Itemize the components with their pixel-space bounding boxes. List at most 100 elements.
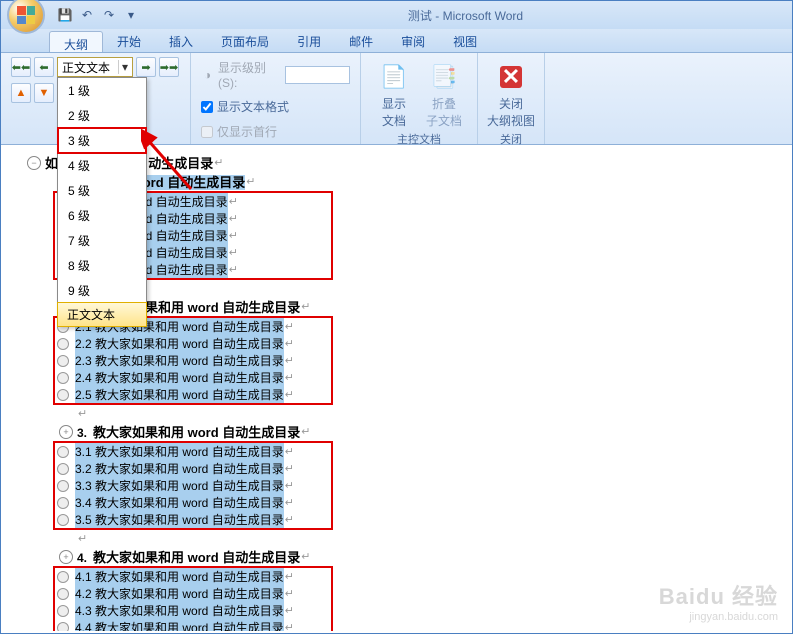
- outline-text: 2.4 教大家如果和用 word 自动生成目录: [75, 369, 284, 386]
- group-master-doc-label: 主控文档: [371, 129, 467, 149]
- undo-icon[interactable]: ↶: [79, 7, 95, 23]
- outline-text: 3.4 教大家如果和用 word 自动生成目录: [75, 494, 284, 511]
- outline-text: 4.教大家如果和用 word 自动生成目录: [77, 547, 300, 566]
- outline-text: 4.4 教大家如果和用 word 自动生成目录: [75, 619, 284, 631]
- ribbon: ⬅⬅ ⬅ 正文文本 ▾ 1 级2 级3 级4 级5 级6 级7 级8 级9 级正…: [1, 53, 792, 145]
- outline-row[interactable]: 3.教大家如果和用 word 自动生成目录↵: [59, 422, 786, 441]
- bullet-icon: [57, 588, 69, 600]
- outline-row[interactable]: ↵: [77, 405, 786, 422]
- demote-button[interactable]: ➡: [136, 57, 156, 77]
- move-up-button[interactable]: ▲: [11, 83, 31, 103]
- tab-大纲[interactable]: 大纲: [49, 31, 103, 52]
- annotation-box: 2.1 教大家如果和用 word 自动生成目录↵2.2 教大家如果和用 word…: [53, 316, 333, 405]
- quick-access-toolbar: 💾 ↶ ↷ ▾: [57, 7, 139, 23]
- annotation-box: 3.1 教大家如果和用 word 自动生成目录↵3.2 教大家如果和用 word…: [53, 441, 333, 530]
- bullet-icon: [57, 480, 69, 492]
- first-line-only-checkbox[interactable]: 仅显示首行: [201, 123, 277, 140]
- outline-text: 3.3 教大家如果和用 word 自动生成目录: [75, 477, 284, 494]
- outline-row[interactable]: 如果和用 word 自动生成目录↵: [59, 172, 786, 191]
- bullet-icon: [57, 446, 69, 458]
- show-level-label: 显示级别(S):: [218, 59, 281, 90]
- show-format-input[interactable]: [201, 101, 213, 113]
- tab-开始[interactable]: 开始: [103, 29, 155, 52]
- demote-body-button[interactable]: ➡➡: [159, 57, 179, 77]
- show-document-button[interactable]: 📄 显示 文档: [371, 57, 417, 129]
- group-close-label: 关闭: [488, 129, 534, 149]
- level-option[interactable]: 8 级: [58, 253, 146, 278]
- level-option[interactable]: 3 级: [58, 128, 146, 153]
- outline-text: 4.3 教大家如果和用 word 自动生成目录: [75, 602, 284, 619]
- bullet-icon: [57, 571, 69, 583]
- collapse-subdoc-icon: 📑: [428, 61, 460, 93]
- tab-邮件[interactable]: 邮件: [335, 29, 387, 52]
- bullet-icon: [57, 622, 69, 632]
- bullet-icon: [57, 389, 69, 401]
- tab-视图[interactable]: 视图: [439, 29, 491, 52]
- level-option[interactable]: 2 级: [58, 103, 146, 128]
- outline-text: 2.5 教大家如果和用 word 自动生成目录: [75, 386, 284, 403]
- outline-level-value: 正文文本: [62, 59, 110, 76]
- outline-handle[interactable]: [59, 425, 73, 439]
- pilcrow-icon: ↵: [78, 407, 87, 420]
- redo-icon[interactable]: ↷: [101, 7, 117, 23]
- window-title: 测试 - Microsoft Word: [139, 7, 792, 24]
- show-level-combo[interactable]: [285, 66, 350, 84]
- bullet-icon: [57, 355, 69, 367]
- outline-text: 3.2 教大家如果和用 word 自动生成目录: [75, 460, 284, 477]
- level-option[interactable]: 9 级: [58, 278, 146, 303]
- chevron-down-icon[interactable]: ▾: [118, 60, 128, 74]
- document-icon: 📄: [378, 61, 410, 93]
- qat-dropdown-icon[interactable]: ▾: [123, 7, 139, 23]
- pilcrow-icon: ↵: [301, 550, 310, 563]
- close-icon: ✕: [495, 61, 527, 93]
- promote-button[interactable]: ⬅: [34, 57, 54, 77]
- tab-插入[interactable]: 插入: [155, 29, 207, 52]
- level-option[interactable]: 正文文本: [57, 302, 147, 327]
- move-down-button[interactable]: ▼: [34, 83, 54, 103]
- close-outline-button[interactable]: ✕ 关闭 大纲视图: [488, 57, 534, 129]
- show-format-checkbox[interactable]: 显示文本格式: [201, 98, 289, 115]
- save-icon[interactable]: 💾: [57, 7, 73, 23]
- outline-level-combo[interactable]: 正文文本 ▾ 1 级2 级3 级4 级5 级6 级7 级8 级9 级正文文本: [57, 57, 133, 77]
- office-logo-icon: [17, 6, 35, 24]
- show-format-label: 显示文本格式: [217, 98, 289, 115]
- outline-text: 2.3 教大家如果和用 word 自动生成目录: [75, 352, 284, 369]
- tab-审阅[interactable]: 审阅: [387, 29, 439, 52]
- tab-页面布局[interactable]: 页面布局: [207, 29, 283, 52]
- outline-text: 3.1 教大家如果和用 word 自动生成目录: [75, 443, 284, 460]
- annotation-box: 4.1 教大家如果和用 word 自动生成目录↵4.2 教大家如果和用 word…: [53, 566, 333, 631]
- ribbon-tabs: 大纲开始插入页面布局引用邮件审阅视图: [1, 29, 792, 53]
- bullet-icon: [57, 514, 69, 526]
- outline-text: 3.5 教大家如果和用 word 自动生成目录: [75, 511, 284, 528]
- outline-handle[interactable]: [59, 550, 73, 564]
- bullet-icon: [57, 497, 69, 509]
- outline-text: 4.1 教大家如果和用 word 自动生成目录: [75, 568, 284, 585]
- level-option[interactable]: 4 级: [58, 153, 146, 178]
- level-option[interactable]: 1 级: [58, 78, 146, 103]
- first-line-only-input[interactable]: [201, 126, 213, 138]
- outline-row[interactable]: 4.教大家如果和用 word 自动生成目录↵: [59, 547, 786, 566]
- show-level-icon: ◑: [201, 68, 214, 82]
- tab-引用[interactable]: 引用: [283, 29, 335, 52]
- title-bar: 💾 ↶ ↷ ▾ 测试 - Microsoft Word: [1, 1, 792, 29]
- level-option[interactable]: 7 级: [58, 228, 146, 253]
- pilcrow-icon: ↵: [301, 425, 310, 438]
- outline-row[interactable]: ↵: [77, 530, 786, 547]
- promote-top-button[interactable]: ⬅⬅: [11, 57, 31, 77]
- collapse-subdoc-button[interactable]: 📑 折叠 子文档: [421, 57, 467, 129]
- outline-handle[interactable]: [27, 156, 41, 170]
- bullet-icon: [57, 338, 69, 350]
- bullet-icon: [57, 605, 69, 617]
- show-level-row: ◑ 显示级别(S):: [201, 59, 350, 90]
- bullet-icon: [57, 372, 69, 384]
- outline-row[interactable]: 2.教大家如果和用 word 自动生成目录↵: [59, 297, 786, 316]
- level-option[interactable]: 6 级: [58, 203, 146, 228]
- level-option[interactable]: 5 级: [58, 178, 146, 203]
- pilcrow-icon: ↵: [246, 175, 255, 188]
- pilcrow-icon: ↵: [301, 300, 310, 313]
- outline-row[interactable]: ↵: [77, 280, 786, 297]
- outline-text: 2.2 教大家如果和用 word 自动生成目录: [75, 335, 284, 352]
- first-line-only-label: 仅显示首行: [217, 123, 277, 140]
- outline-level-dropdown: 1 级2 级3 级4 级5 级6 级7 级8 级9 级正文文本: [57, 77, 147, 327]
- outline-text: 4.2 教大家如果和用 word 自动生成目录: [75, 585, 284, 602]
